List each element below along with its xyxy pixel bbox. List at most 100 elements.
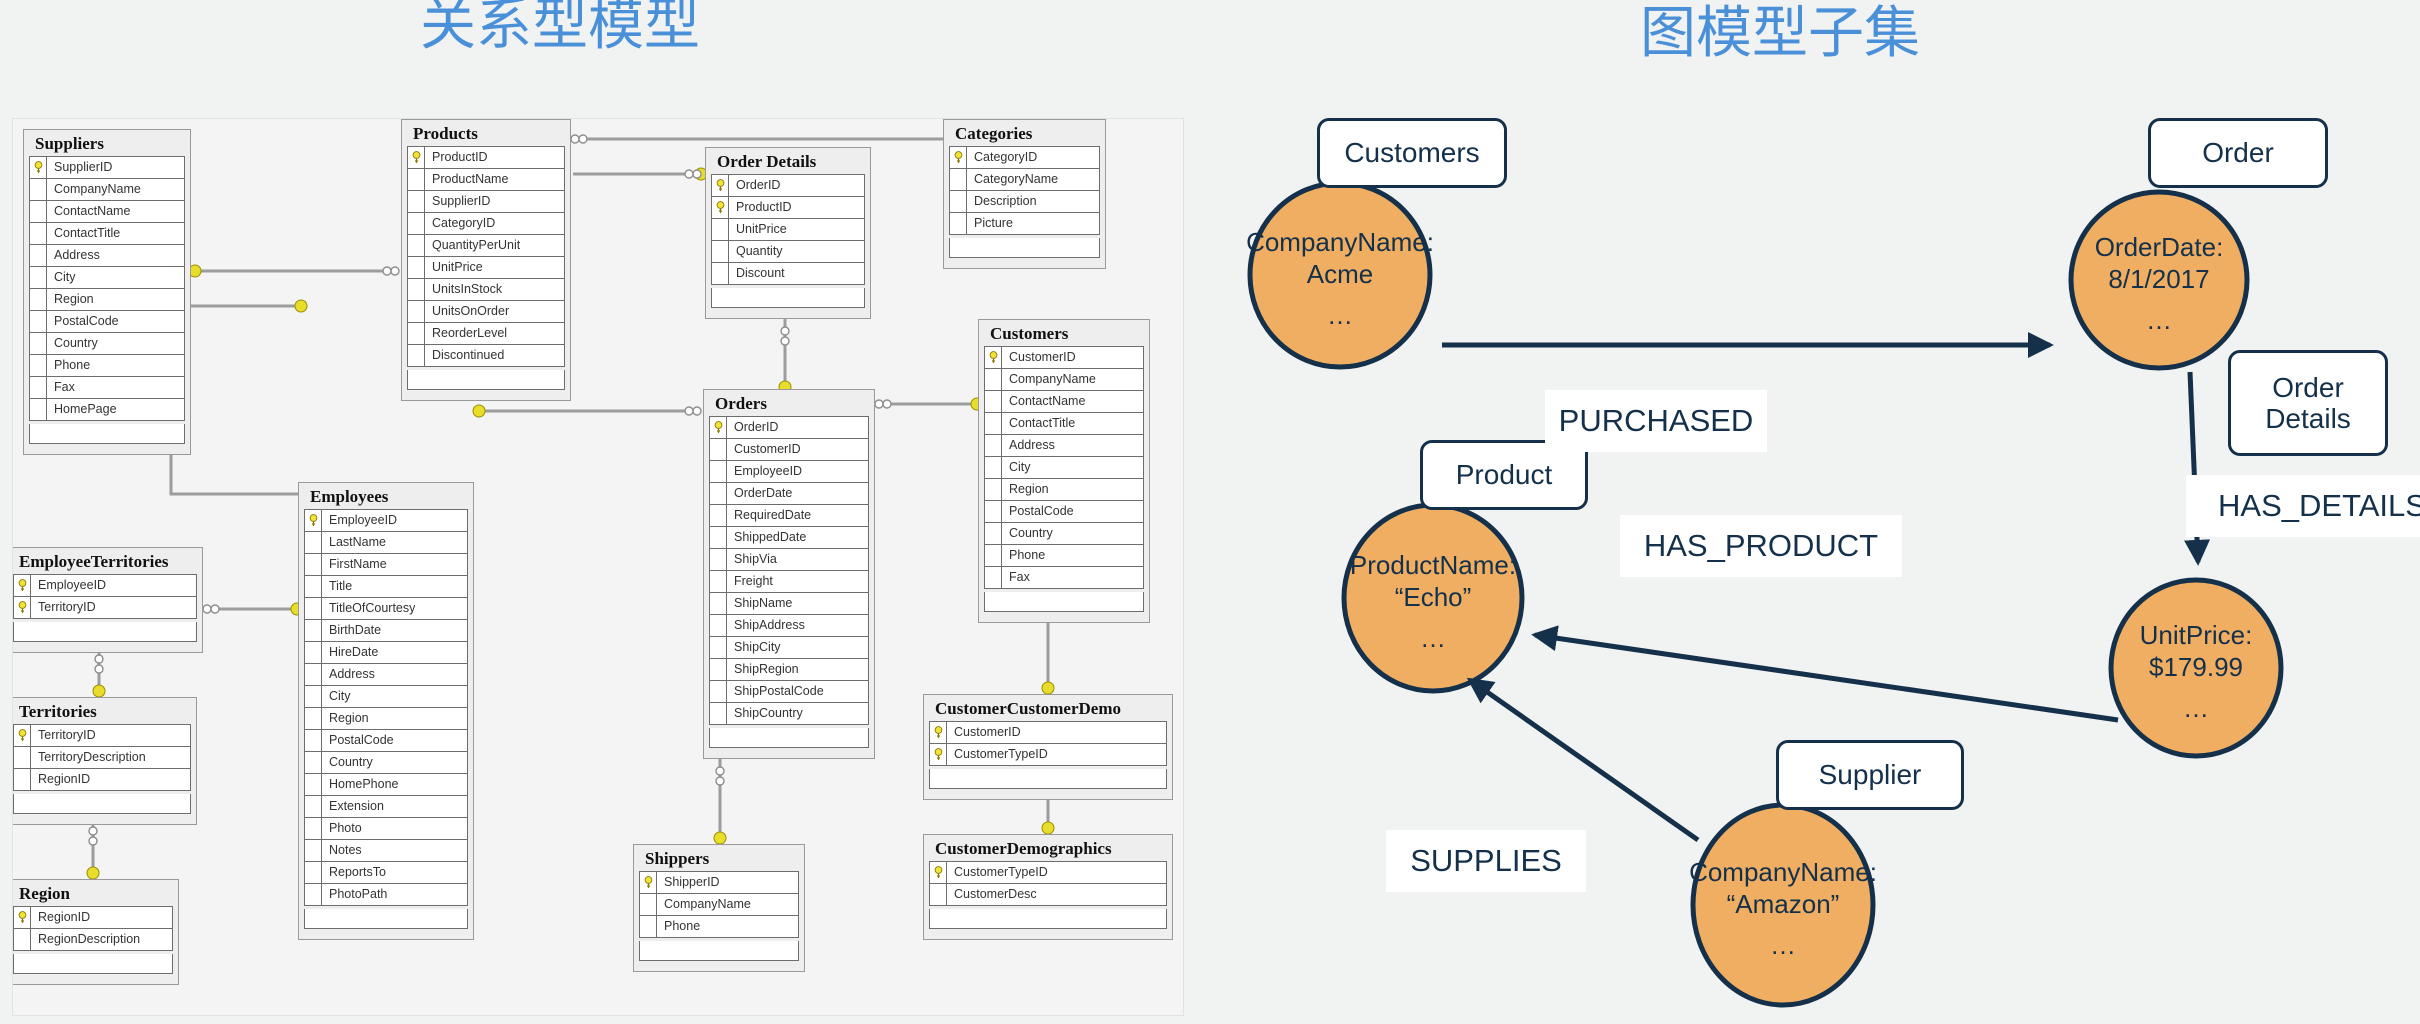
er-table-field[interactable]: ShippedDate [710,526,868,549]
er-table-field[interactable]: PostalCode [985,500,1143,523]
er-table-orders[interactable]: Orders OrderID CustomerID EmployeeID OrderDa… [703,389,875,759]
er-table-field[interactable]: UnitsOnOrder [408,300,564,323]
er-table-field[interactable]: Region [30,288,184,311]
er-table-field[interactable]: CategoryName [950,168,1099,191]
er-table-field[interactable]: ReportsTo [305,861,467,884]
er-table-employees[interactable]: Employees EmployeeID LastName FirstName Titl… [298,482,474,940]
er-table-field[interactable]: ProductID [712,196,864,219]
er-table-field[interactable]: BirthDate [305,619,467,642]
er-table-field[interactable]: ReorderLevel [408,322,564,345]
er-table-field[interactable]: Country [985,522,1143,545]
er-table-field[interactable]: OrderDate [710,482,868,505]
er-table-field[interactable]: City [30,266,184,289]
er-table-field[interactable]: Description [950,190,1099,213]
er-table-field[interactable]: EmployeeID [305,509,467,532]
er-table-field[interactable]: Title [305,575,467,598]
er-table-customers[interactable]: Customers CustomerID CompanyName ContactNam… [978,319,1150,623]
er-table-field[interactable]: PostalCode [305,729,467,752]
er-table-field[interactable]: City [985,456,1143,479]
graph-node-supplier[interactable] [1690,802,1876,1008]
er-table-field[interactable]: Phone [30,354,184,377]
er-table-field[interactable]: CategoryID [950,146,1099,169]
er-table-field[interactable]: UnitsInStock [408,278,564,301]
er-table-field[interactable]: CompanyName [640,893,798,916]
er-table-field[interactable]: ContactName [985,390,1143,413]
er-table-field[interactable]: TitleOfCourtesy [305,597,467,620]
er-table-field[interactable]: OrderID [710,416,868,439]
graph-node-product[interactable] [1341,502,1525,694]
er-table-field[interactable]: OrderID [712,174,864,197]
er-table-products[interactable]: Products ProductID ProductName SupplierID Ca… [401,119,571,401]
er-table-field[interactable]: HireDate [305,641,467,664]
er-table-field[interactable]: PhotoPath [305,883,467,906]
er-table-field[interactable]: Notes [305,839,467,862]
er-table-field[interactable]: UnitPrice [408,256,564,279]
er-table-field[interactable]: Address [985,434,1143,457]
er-table-territories[interactable]: Territories TerritoryID TerritoryDescripti… [13,697,197,825]
er-table-field[interactable]: City [305,685,467,708]
er-table-field[interactable]: LastName [305,531,467,554]
er-table-field[interactable]: Phone [640,915,798,938]
graph-relationship-supplies[interactable]: SUPPLIES [1386,830,1586,892]
er-table-field[interactable]: CustomerID [710,438,868,461]
er-table-field[interactable]: TerritoryID [14,596,196,619]
er-table-field[interactable]: CustomerTypeID [930,743,1166,766]
er-table-categories[interactable]: Categories CategoryID CategoryName Descript… [943,119,1106,269]
er-table-field[interactable]: CustomerDesc [930,883,1166,906]
graph-relationship-purchased[interactable]: PURCHASED [1545,390,1767,452]
er-table-field[interactable]: HomePage [30,398,184,421]
er-table-field[interactable]: SupplierID [30,156,184,179]
er-table-field[interactable]: EmployeeID [710,460,868,483]
er-table-field[interactable]: ShipCountry [710,702,868,725]
graph-node-order_details[interactable] [2108,577,2284,759]
er-table-field[interactable]: ShipRegion [710,658,868,681]
er-table-field[interactable]: ProductName [408,168,564,191]
er-table-field[interactable]: CustomerID [930,721,1166,744]
er-table-field[interactable]: Address [30,244,184,267]
er-table-field[interactable]: Country [30,332,184,355]
er-table-field[interactable]: RegionDescription [14,928,172,951]
graph-node-order[interactable] [2068,189,2250,371]
graph-node-label-supplier[interactable]: Supplier [1776,740,1964,810]
er-table-field[interactable]: ContactTitle [985,412,1143,435]
er-table-field[interactable]: ShipCity [710,636,868,659]
er-table-field[interactable]: RegionID [14,906,172,929]
er-table-region[interactable]: Region RegionID RegionDescription [13,879,179,985]
graph-node-label-customers[interactable]: Customers [1317,118,1507,188]
graph-relationship-has_product[interactable]: HAS_PRODUCT [1620,515,1902,577]
er-table-field[interactable]: ShipVia [710,548,868,571]
er-table-field[interactable]: Fax [30,376,184,399]
er-table-field[interactable]: Quantity [712,240,864,263]
er-table-field[interactable]: Discontinued [408,344,564,367]
graph-node-customers[interactable] [1247,180,1433,370]
er-table-field[interactable]: RequiredDate [710,504,868,527]
er-table-field[interactable]: HomePhone [305,773,467,796]
graph-relationship-has_details[interactable]: HAS_DETAILS [2186,475,2420,537]
er-table-field[interactable]: ShipName [710,592,868,615]
er-table-field[interactable]: QuantityPerUnit [408,234,564,257]
er-table-field[interactable]: PostalCode [30,310,184,333]
er-table-field[interactable]: Photo [305,817,467,840]
er-table-field[interactable]: ShipAddress [710,614,868,637]
er-table-field[interactable]: ContactName [30,200,184,223]
er-table-customerdemographics[interactable]: CustomerDemographics CustomerTypeID Custom… [923,834,1173,940]
er-table-field[interactable]: CustomerID [985,346,1143,369]
er-table-field[interactable]: Address [305,663,467,686]
er-table-field[interactable]: FirstName [305,553,467,576]
er-table-field[interactable]: ContactTitle [30,222,184,245]
er-table-field[interactable]: CompanyName [985,368,1143,391]
er-table-field[interactable]: Country [305,751,467,774]
er-table-field[interactable]: CategoryID [408,212,564,235]
er-table-field[interactable]: ShipperID [640,871,798,894]
er-table-field[interactable]: Fax [985,566,1143,589]
er-table-field[interactable]: Freight [710,570,868,593]
er-table-field[interactable]: Phone [985,544,1143,567]
er-table-field[interactable]: EmployeeID [14,574,196,597]
er-table-field[interactable]: ProductID [408,146,564,169]
er-table-suppliers[interactable]: Suppliers SupplierID CompanyName ContactNam… [23,129,191,455]
er-table-customercustomerdemo[interactable]: CustomerCustomerDemo CustomerID CustomerTy… [923,694,1173,800]
er-table-employeeterritories[interactable]: EmployeeTerritories EmployeeID TerritoryID [13,547,203,653]
er-table-field[interactable]: TerritoryID [14,724,190,747]
er-table-field[interactable]: UnitPrice [712,218,864,241]
er-table-field[interactable]: Discount [712,262,864,285]
